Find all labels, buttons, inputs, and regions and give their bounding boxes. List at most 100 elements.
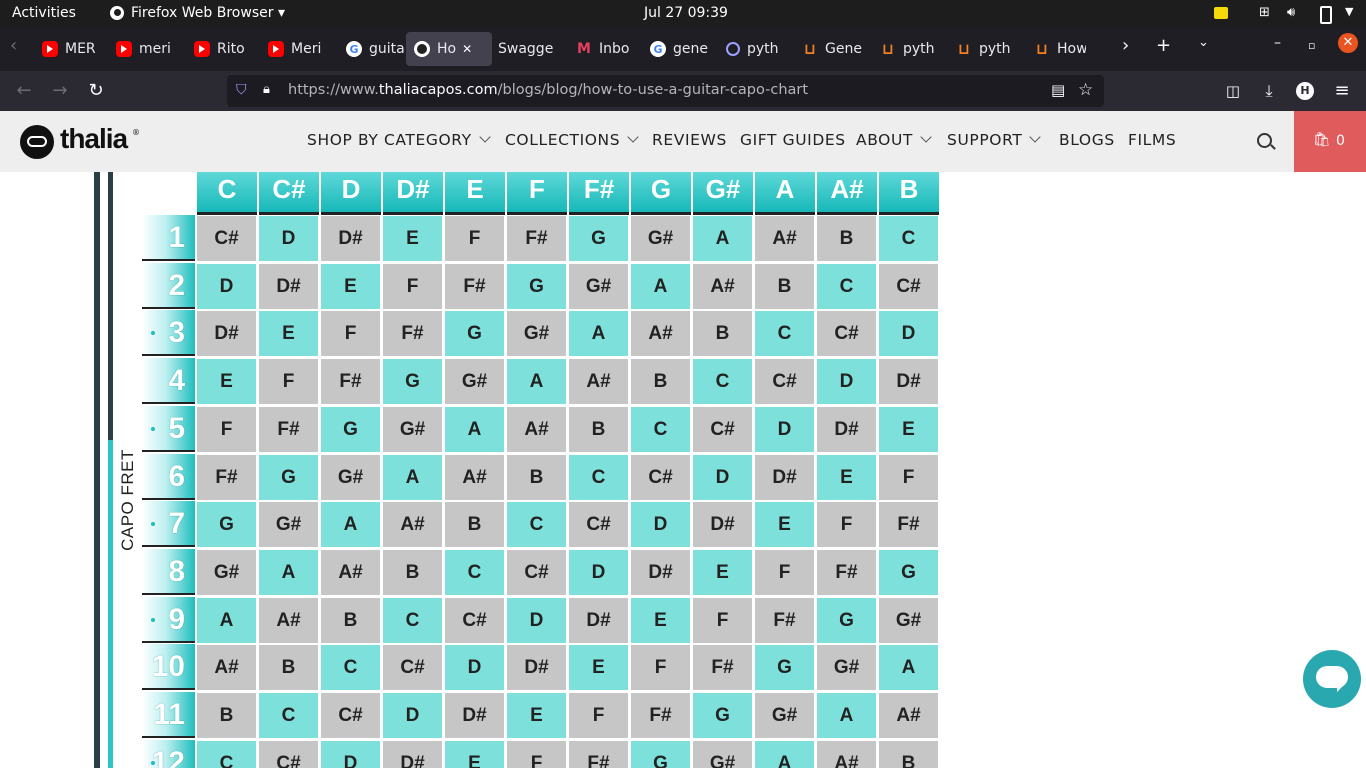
chord-cell: C# [383,645,442,691]
back-button[interactable]: ← [13,80,35,102]
chord-cell: C [817,263,876,309]
battery-icon[interactable] [1320,6,1332,24]
chord-cell: F [445,216,504,261]
tracking-protection-icon[interactable]: ⛉ [236,82,247,98]
chord-cell: F [817,502,876,548]
tab[interactable]: ⊔ How [1034,32,1086,66]
chord-cell: C# [631,454,690,500]
fret-row-header: 4 [142,358,195,405]
tab[interactable]: Meri [268,32,324,66]
nav-blogs[interactable]: BLOGS [1059,131,1115,149]
fret-row-header: 8 [142,548,195,595]
reload-button[interactable]: ↻ [85,80,107,102]
address-bar[interactable]: ⛉ 🔒︎ https://www.thaliacapos.com/blogs/b… [227,75,1104,107]
tab[interactable]: ⊔ pyth [880,32,938,66]
pocket-icon[interactable]: ◫ [1222,80,1244,102]
list-all-tabs-icon[interactable]: ⌄ [1198,35,1209,50]
chord-cell: E [507,693,566,738]
nav-reviews[interactable]: REVIEWS [652,131,727,149]
url-text[interactable]: https://www.thaliacapos.com/blogs/blog/h… [288,82,808,98]
chord-cell: B [693,311,752,357]
search-icon[interactable] [1257,133,1272,148]
bookmark-star-icon[interactable]: ☆ [1078,80,1093,100]
chord-cell: B [755,263,814,309]
cart-button[interactable]: 🛍︎ 0 [1294,111,1366,172]
tab-active[interactable]: Ho ✕ [406,32,492,66]
chord-cell: A# [321,549,380,595]
chord-cell: C# [197,216,256,261]
chord-cell: F# [693,645,752,691]
activities-button[interactable]: Activities [12,5,76,21]
scroll-tabs-left-icon[interactable]: ‹ [10,35,17,56]
chord-cell: G [817,597,876,643]
chord-cell: F [879,454,938,500]
fret-row-header: 2 [142,262,195,309]
volume-icon[interactable]: 🔊︎ [1287,5,1295,20]
tab[interactable]: Gguita [346,32,404,66]
site-header: thalia ® SHOP BY CATEGORY COLLECTIONS RE… [0,111,1366,172]
tab[interactable]: ⊔ pyth [956,32,1014,66]
close-tab-icon[interactable]: ✕ [462,42,472,56]
chord-cell: G [507,263,566,309]
tab[interactable]: pyth [726,32,784,66]
app-menu[interactable]: Firefox Web Browser ▾ [131,5,285,21]
tab[interactable]: meri [116,32,174,66]
chord-cell: D [259,216,318,261]
chord-cell: F# [383,311,442,357]
chord-cell: A [507,359,566,405]
scroll-tabs-right-icon[interactable]: › [1122,35,1129,56]
chord-cell: F [383,263,442,309]
chord-cell: B [631,359,690,405]
nav-support[interactable]: SUPPORT [947,131,1042,149]
notes-icon[interactable] [1214,7,1228,19]
chord-cell: D# [817,406,876,452]
tab[interactable]: M Inbo [576,32,630,66]
chat-bubble-button[interactable] [1303,650,1361,708]
chord-cell: B [507,454,566,500]
key-column-header: F# [569,172,629,215]
maximize-button[interactable]: ▫ [1308,39,1315,52]
chord-cell: C# [817,311,876,357]
chord-cell: G# [507,311,566,357]
tab[interactable]: Swagge [498,32,556,66]
capo-chart: CAPO FRET C C# D D# E F F# G G# A A# B 1 C# D D# E F F# G G#… [90,172,950,768]
tab[interactable]: Ggene [650,32,708,66]
clock[interactable]: Jul 27 09:39 [644,5,728,21]
chord-cell: G [197,502,256,548]
chord-cell: E [197,359,256,405]
minimize-button[interactable]: – [1274,35,1281,51]
lock-icon[interactable]: 🔒︎ [263,82,270,97]
downloads-icon[interactable]: ⤓ [1258,80,1280,102]
chord-cell: C [755,311,814,357]
logo-text[interactable]: thalia [60,123,128,155]
chord-cell: G [631,740,690,768]
nav-gift-guides[interactable]: GIFT GUIDES [740,131,846,149]
thalia-logo-icon[interactable] [20,125,54,159]
tab[interactable]: ⊔ Gene [802,32,862,66]
network-icon[interactable]: ⊞ [1259,5,1270,20]
nav-collections[interactable]: COLLECTIONS [505,131,639,149]
new-tab-button[interactable]: + [1156,35,1171,56]
youtube-icon [268,41,284,57]
chord-cell: C# [507,549,566,595]
menu-icon[interactable]: ≡ [1331,80,1353,102]
tab-label: pyth [979,41,1011,57]
system-menu-chevron-icon[interactable]: ▼ [1345,5,1353,18]
tab[interactable]: MER [42,32,100,66]
chord-cell: D [693,454,752,500]
chord-cell: C [879,216,938,261]
account-avatar[interactable]: H [1296,82,1314,100]
nav-about[interactable]: ABOUT [856,131,932,149]
system-top-bar: Activities Firefox Web Browser ▾ Jul 27 … [0,0,1366,27]
chord-cell: C [259,693,318,738]
fret-dot-marker [151,760,155,765]
nav-films[interactable]: FILMS [1128,131,1176,149]
chord-cell: A# [569,359,628,405]
thalia-icon [414,41,430,57]
close-window-button[interactable]: ✕ [1338,33,1358,53]
nav-shop-by-category[interactable]: SHOP BY CATEGORY [307,131,491,149]
forward-button[interactable]: → [49,80,71,102]
tab-label: Gene [825,41,862,57]
reader-view-icon[interactable]: ▤ [1051,81,1065,99]
tab[interactable]: Rito [194,32,248,66]
